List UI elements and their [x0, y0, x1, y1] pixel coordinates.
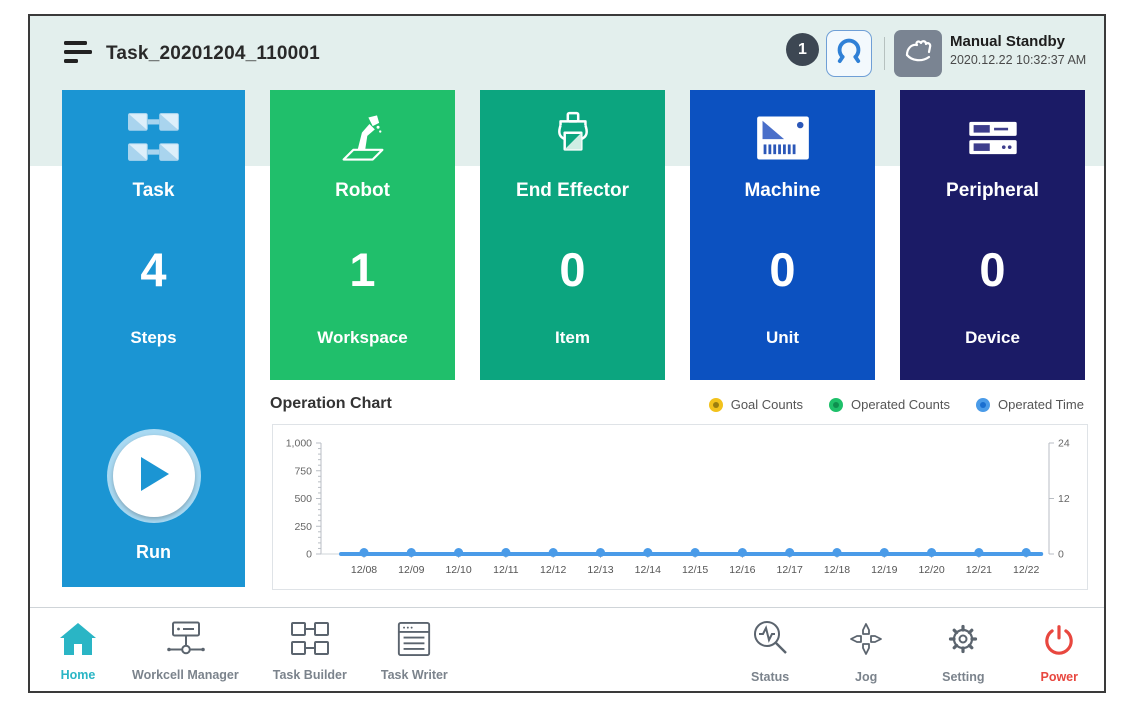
task-card-title: Task [62, 180, 245, 202]
chart-legend: Goal Counts Operated Counts Operated Tim… [709, 397, 1084, 412]
robot-unit-label: Workspace [270, 328, 455, 348]
svg-text:1,000: 1,000 [286, 438, 312, 450]
card-machine[interactable]: Machine 0 Unit [690, 90, 875, 380]
svg-text:12/12: 12/12 [540, 564, 566, 576]
svg-text:12: 12 [1058, 493, 1070, 505]
svg-text:12/14: 12/14 [635, 564, 661, 576]
svg-text:12/22: 12/22 [1013, 564, 1039, 576]
svg-text:12/11: 12/11 [493, 564, 519, 576]
app-window: Task_20201204_110001 1 Manual Standby 20… [28, 14, 1106, 693]
operation-chart: 0 250 500 750 1,000 12/08 12/09 12/10 12/11 12/12… [272, 424, 1088, 590]
peripheral-card-title: Peripheral [900, 180, 1085, 202]
peripheral-unit-label: Device [900, 328, 1085, 348]
operated-counts-dot-icon [829, 398, 843, 412]
hand-icon [902, 36, 934, 71]
datetime-label: 2020.12.22 10:32:37 AM [950, 53, 1086, 67]
nav-task-writer[interactable]: Task Writer [381, 621, 448, 682]
run-button[interactable] [107, 429, 201, 523]
task-title: Task_20201204_110001 [106, 43, 320, 65]
workcell-manager-icon [162, 621, 208, 662]
end-effector-item-count: 0 [480, 242, 665, 297]
nav-task-builder[interactable]: Task Builder [273, 621, 347, 682]
svg-text:750: 750 [294, 465, 312, 477]
svg-text:500: 500 [294, 493, 312, 505]
task-writer-icon [396, 621, 432, 662]
end-effector-card-title: End Effector [480, 180, 665, 202]
bottom-navigation: Home Workcell Manager [30, 607, 1104, 693]
svg-text:12/09: 12/09 [398, 564, 424, 576]
task-unit-label: Steps [62, 328, 245, 348]
robot-mode-label: Manual Standby [950, 33, 1086, 50]
machine-unit-count: 0 [690, 242, 875, 297]
legend-operated-counts: Operated Counts [829, 397, 950, 412]
nav-jog[interactable]: Jog [846, 619, 886, 684]
menu-icon[interactable] [64, 41, 94, 65]
status-magnifier-icon [750, 619, 790, 664]
card-peripheral[interactable]: Peripheral 0 Device [900, 90, 1085, 380]
svg-text:0: 0 [306, 549, 312, 561]
nav-power[interactable]: Power [1040, 623, 1078, 684]
operated-time-dot-icon [976, 398, 990, 412]
task-step-count: 4 [62, 242, 245, 297]
peripheral-rack-icon [900, 106, 1085, 170]
nav-status[interactable]: Status [750, 619, 790, 684]
goal-counts-dot-icon [709, 398, 723, 412]
gripper-tool-button[interactable] [826, 30, 872, 77]
machine-card-title: Machine [690, 180, 875, 202]
robot-status: Manual Standby 2020.12.22 10:32:37 AM [950, 33, 1086, 67]
gear-icon [943, 619, 983, 664]
play-icon [137, 455, 171, 498]
robot-card-title: Robot [270, 180, 455, 202]
legend-goal-counts: Goal Counts [709, 397, 803, 412]
task-blocks-icon [62, 106, 245, 170]
svg-text:12/17: 12/17 [777, 564, 803, 576]
legend-operated-time: Operated Time [976, 397, 1084, 412]
svg-text:0: 0 [1058, 549, 1064, 561]
peripheral-device-count: 0 [900, 242, 1085, 297]
notification-badge: 1 [786, 33, 819, 66]
svg-text:12/13: 12/13 [587, 564, 613, 576]
svg-text:12/16: 12/16 [729, 564, 755, 576]
operation-chart-plot: 0 250 500 750 1,000 12/08 12/09 12/10 12/11 12/12… [273, 425, 1087, 589]
nav-setting[interactable]: Setting [942, 619, 984, 684]
svg-text:12/15: 12/15 [682, 564, 708, 576]
card-task[interactable]: Task 4 Steps Run [62, 90, 245, 587]
svg-text:24: 24 [1058, 438, 1070, 450]
svg-text:12/20: 12/20 [918, 564, 944, 576]
home-icon [58, 621, 98, 662]
robot-workspace-count: 1 [270, 242, 455, 297]
machine-icon [690, 106, 875, 170]
task-builder-icon [288, 621, 332, 662]
chart-title: Operation Chart [270, 395, 392, 413]
gripper-icon [834, 36, 864, 71]
card-end-effector[interactable]: End Effector 0 Item [480, 90, 665, 380]
svg-text:12/18: 12/18 [824, 564, 850, 576]
nav-home[interactable]: Home [58, 621, 98, 682]
svg-text:12/19: 12/19 [871, 564, 897, 576]
card-robot[interactable]: Robot 1 Workspace [270, 90, 455, 380]
end-effector-unit-label: Item [480, 328, 665, 348]
svg-text:12/10: 12/10 [445, 564, 471, 576]
robot-arm-icon [270, 106, 455, 170]
nav-workcell-manager[interactable]: Workcell Manager [132, 621, 239, 682]
svg-text:12/08: 12/08 [351, 564, 377, 576]
header-divider [884, 37, 885, 70]
end-effector-icon [480, 106, 665, 170]
jog-dpad-icon [846, 619, 886, 664]
power-icon [1041, 623, 1077, 664]
svg-text:12/21: 12/21 [966, 564, 992, 576]
machine-unit-label: Unit [690, 328, 875, 348]
run-label: Run [62, 542, 245, 563]
svg-text:250: 250 [294, 521, 312, 533]
manual-mode-indicator[interactable] [894, 30, 942, 77]
